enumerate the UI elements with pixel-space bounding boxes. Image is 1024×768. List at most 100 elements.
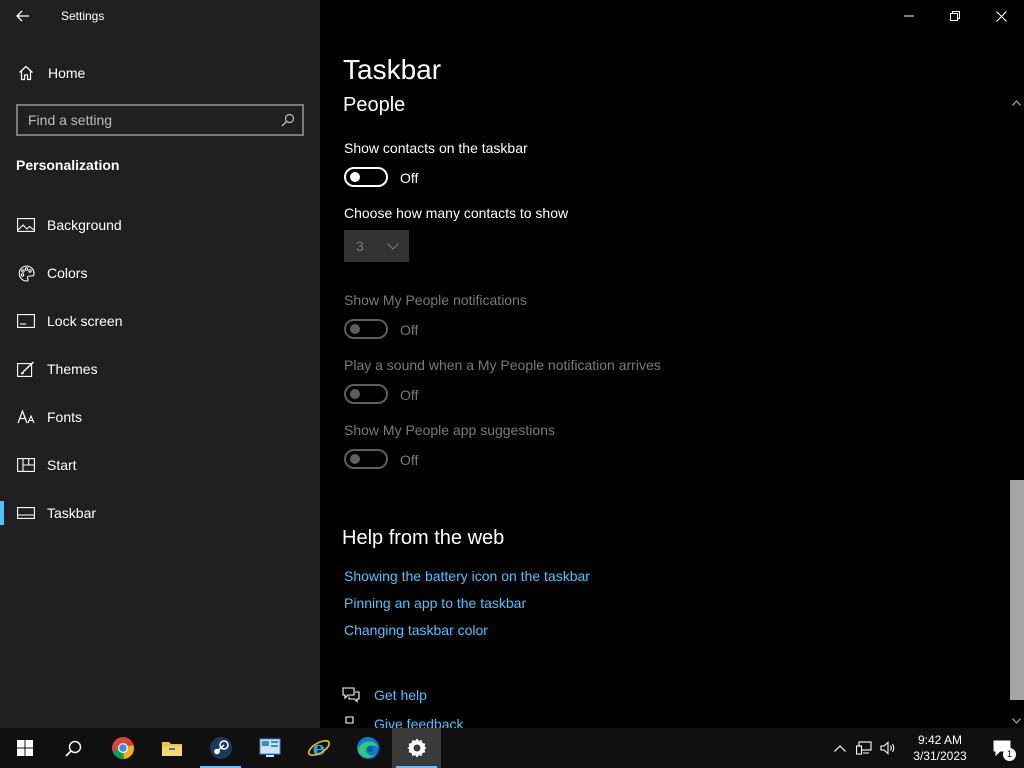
sidebar-item-background[interactable]: Background — [0, 201, 320, 249]
start-button[interactable] — [0, 728, 49, 768]
show-contacts-state: Off — [400, 170, 419, 186]
window-controls — [886, 0, 1024, 32]
chevron-up-icon — [834, 744, 846, 752]
help-link-taskbar-color[interactable]: Changing taskbar color — [344, 622, 488, 638]
svg-text:e: e — [312, 736, 325, 760]
give-feedback-link[interactable]: Give feedback — [342, 716, 464, 728]
home-nav-item[interactable]: Home — [0, 56, 320, 90]
vertical-scrollbar[interactable] — [1008, 96, 1024, 728]
caret-up-icon — [1011, 100, 1021, 106]
sidebar-item-label: Background — [47, 217, 122, 233]
section-heading-people: People — [343, 94, 406, 116]
sound-toggle[interactable] — [344, 384, 388, 404]
sound-state: Off — [400, 387, 419, 403]
lock-screen-icon — [17, 312, 35, 330]
get-help-label: Get help — [374, 687, 427, 703]
get-help-link[interactable]: Get help — [342, 687, 427, 703]
sidebar-item-label: Start — [47, 457, 77, 473]
home-icon — [19, 65, 33, 81]
brush-icon — [17, 360, 35, 378]
volume-button[interactable] — [876, 728, 900, 768]
app-title: Settings — [61, 9, 105, 23]
chevron-down-icon — [387, 242, 399, 250]
font-icon — [17, 408, 35, 426]
volume-icon — [880, 741, 895, 755]
clock-time: 9:42 AM — [917, 733, 963, 747]
title-bar: Settings — [0, 0, 320, 32]
section-title: Personalization — [16, 157, 120, 173]
feedback-icon — [345, 716, 354, 724]
search-icon — [65, 740, 82, 757]
scroll-up-button[interactable] — [1008, 96, 1024, 110]
sidebar: Settings Home Personalization Background — [0, 0, 320, 728]
windows-logo-icon — [16, 740, 33, 756]
restore-icon — [950, 11, 960, 21]
toggle-knob — [350, 389, 360, 399]
sidebar-item-start[interactable]: Start — [0, 441, 320, 489]
image-icon — [17, 216, 35, 234]
network-button[interactable] — [852, 728, 876, 768]
internet-explorer-taskbar-button[interactable]: e — [294, 728, 343, 768]
sidebar-item-label: Fonts — [47, 409, 83, 425]
sidebar-item-themes[interactable]: Themes — [0, 345, 320, 393]
steam-icon — [209, 737, 232, 759]
taskbar-search-button[interactable] — [49, 728, 98, 768]
taskbar: e 9:42 AM 3/31/2023 1 — [0, 728, 1024, 768]
notifications-toggle[interactable] — [344, 319, 388, 339]
help-link-pinning-app[interactable]: Pinning an app to the taskbar — [344, 595, 526, 611]
notifications-label: Show My People notifications — [344, 292, 527, 308]
scroll-thumb[interactable] — [1010, 480, 1024, 700]
search-icon[interactable] — [274, 106, 302, 134]
search-input[interactable] — [18, 106, 274, 134]
palette-icon — [17, 264, 35, 282]
back-button[interactable] — [0, 0, 46, 32]
nav-list: Background Colors Lock screen Themes Fon… — [0, 201, 320, 537]
edge-taskbar-button[interactable] — [343, 728, 392, 768]
folder-icon — [161, 742, 182, 756]
scroll-down-button[interactable] — [1008, 714, 1024, 728]
settings-gear-icon — [407, 738, 426, 758]
sidebar-item-colors[interactable]: Colors — [0, 249, 320, 297]
sidebar-item-label: Taskbar — [47, 505, 97, 521]
sidebar-item-fonts[interactable]: Fonts — [0, 393, 320, 441]
contacts-count-dropdown[interactable]: 3 — [344, 230, 409, 262]
internet-explorer-icon: e — [307, 736, 330, 760]
sidebar-item-label: Colors — [47, 265, 88, 281]
network-icon — [856, 741, 872, 755]
sidebar-item-label: Themes — [47, 361, 98, 377]
toggle-knob — [350, 454, 360, 464]
sidebar-item-taskbar[interactable]: Taskbar — [0, 489, 320, 537]
edge-icon — [356, 737, 379, 759]
minimize-button[interactable] — [886, 0, 932, 32]
help-link-battery-icon[interactable]: Showing the battery icon on the taskbar — [344, 568, 590, 584]
control-panel-icon — [259, 738, 280, 757]
main-content: Taskbar People Show contacts on the task… — [320, 0, 1024, 728]
restore-button[interactable] — [932, 0, 978, 32]
notifications-state: Off — [400, 322, 419, 338]
sidebar-item-lock-screen[interactable]: Lock screen — [0, 297, 320, 345]
dropdown-value: 3 — [356, 238, 364, 254]
back-arrow-icon — [16, 10, 29, 22]
chrome-taskbar-button[interactable] — [98, 728, 147, 768]
sidebar-item-label: Lock screen — [47, 313, 123, 329]
close-button[interactable] — [978, 0, 1024, 32]
start-icon — [17, 456, 35, 474]
settings-taskbar-button[interactable] — [392, 728, 441, 768]
show-contacts-toggle[interactable] — [344, 167, 388, 187]
give-feedback-label: Give feedback — [374, 716, 464, 728]
show-hidden-icons-button[interactable] — [828, 728, 852, 768]
caret-down-icon — [1011, 718, 1021, 724]
file-explorer-taskbar-button[interactable] — [147, 728, 196, 768]
sound-label: Play a sound when a My People notificati… — [344, 357, 661, 373]
clock[interactable]: 9:42 AM 3/31/2023 — [900, 732, 980, 764]
minimize-icon — [904, 15, 914, 17]
suggestions-toggle[interactable] — [344, 449, 388, 469]
toggle-knob — [350, 324, 360, 334]
search-box[interactable] — [16, 104, 304, 136]
steam-taskbar-button[interactable] — [196, 728, 245, 768]
system-tray: 9:42 AM 3/31/2023 1 — [828, 728, 1024, 768]
action-center-button[interactable]: 1 — [980, 728, 1024, 768]
control-panel-taskbar-button[interactable] — [245, 728, 294, 768]
notification-count-badge: 1 — [1003, 748, 1016, 761]
contacts-count-label: Choose how many contacts to show — [344, 205, 569, 221]
